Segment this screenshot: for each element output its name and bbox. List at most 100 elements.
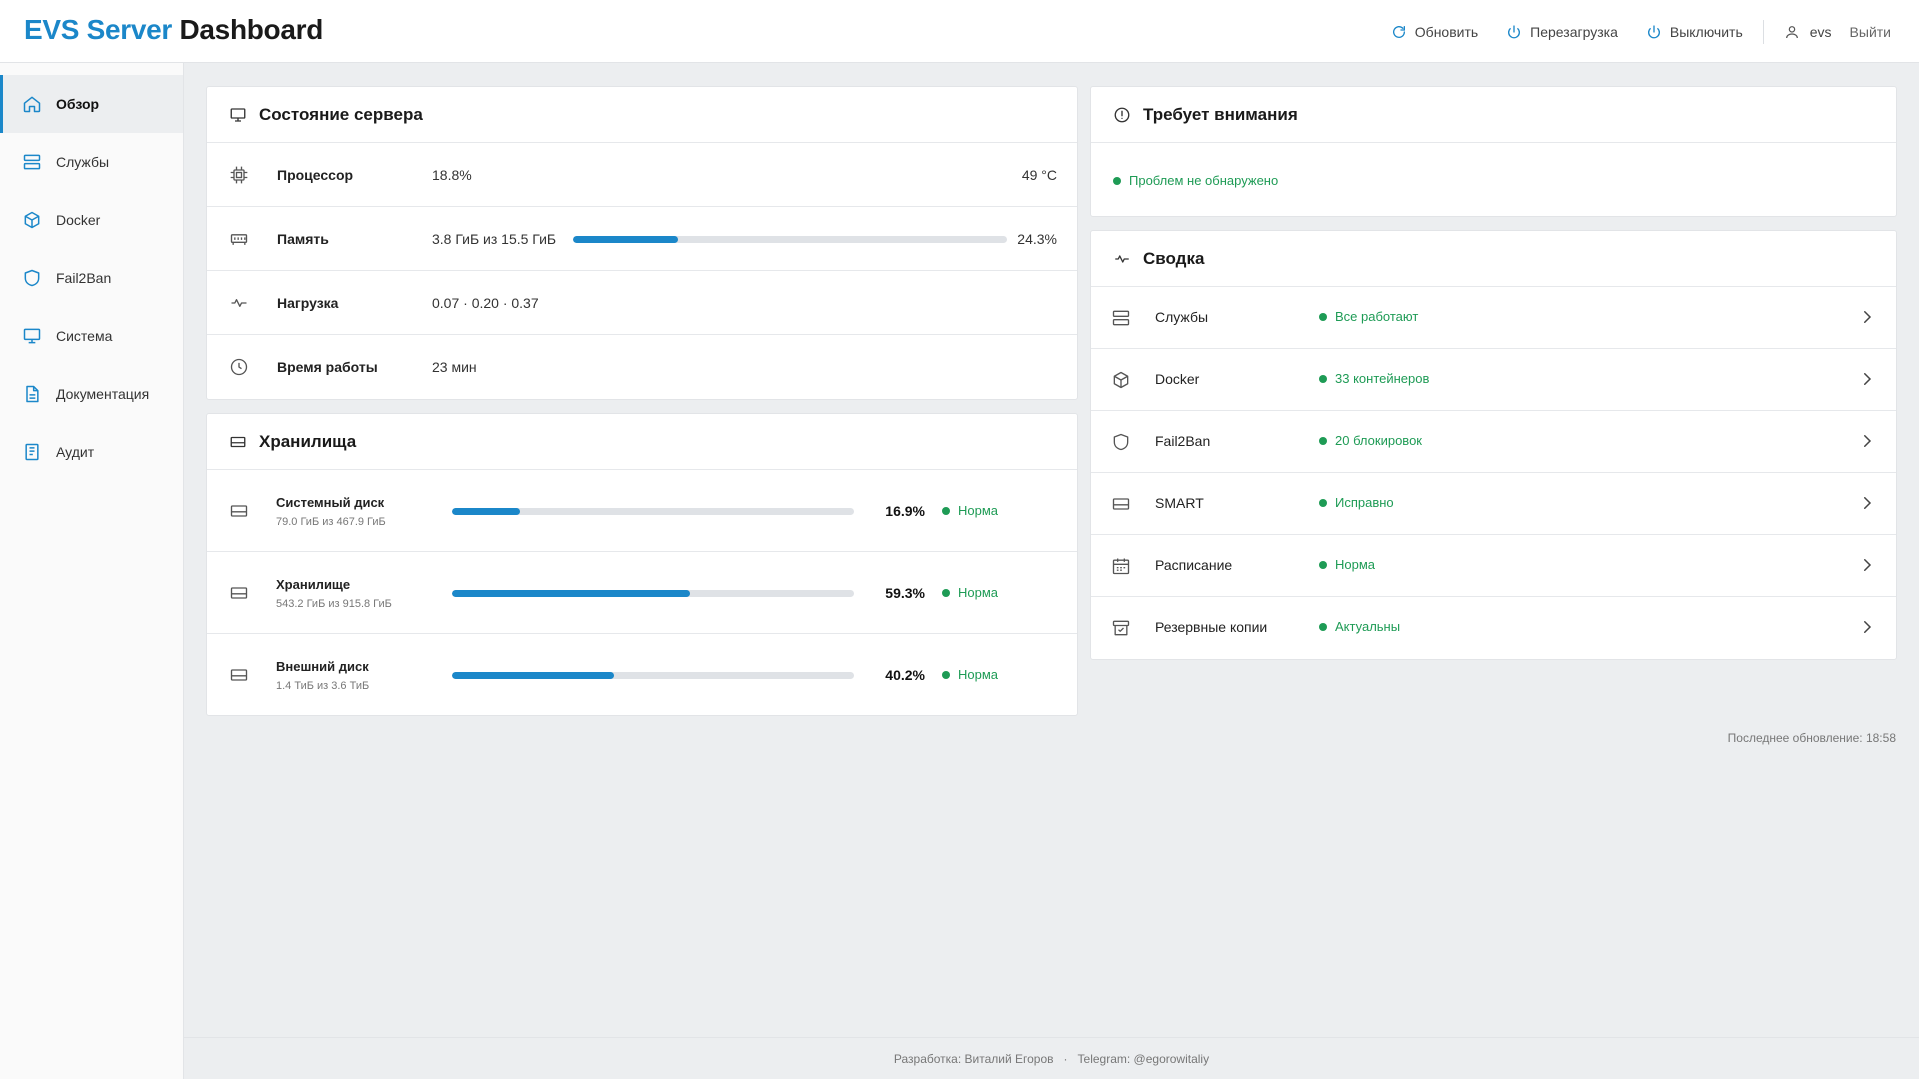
monitor-icon	[23, 328, 41, 344]
disk-status: Норма	[942, 667, 998, 682]
sidebar-item-label: Аудит	[56, 444, 95, 460]
sidebar-item-fail2ban[interactable]: Fail2Ban	[0, 249, 183, 307]
box-icon	[24, 211, 40, 229]
chevron-right-icon	[1864, 621, 1872, 633]
sidebar-item-docker[interactable]: Docker	[0, 191, 183, 249]
disk-progress-fill	[452, 590, 691, 597]
home-icon	[23, 96, 41, 113]
hard-drive-icon	[230, 587, 248, 599]
status-dot	[1319, 436, 1327, 445]
status-dot	[1319, 312, 1327, 321]
sidebar-item-label: Docker	[56, 212, 101, 228]
summary-card: Сводка Службы Все работают Docker 33 кон…	[1090, 230, 1897, 660]
status-dot	[1319, 374, 1327, 383]
chevron-right-icon	[1864, 559, 1872, 571]
shutdown-button[interactable]: Выключить	[1646, 24, 1743, 40]
summary-status-text: Актуальны	[1335, 619, 1401, 634]
status-dot	[942, 506, 950, 515]
load-row: Нагрузка 0.07 · 0.20 · 0.37	[207, 271, 1077, 335]
disk-row: Хранилище 543.2 ГиБ из 915.8 ГиБ 59.3% Н…	[207, 552, 1077, 634]
app-brand: EVS Server Dashboard	[24, 14, 323, 46]
sidebar-item-label: Система	[56, 328, 113, 344]
sidebar-item-overview[interactable]: Обзор	[0, 75, 183, 133]
shield-icon	[24, 269, 40, 287]
disk-status-text: Норма	[958, 667, 999, 682]
memory-value: 3.8 ГиБ из 15.5 ГиБ	[432, 230, 557, 247]
summary-row-backups[interactable]: Резервные копии Актуальны	[1091, 597, 1896, 659]
card-header: Хранилища	[207, 414, 1077, 470]
disk-name: Внешний диск	[276, 659, 369, 674]
status-dot	[1319, 622, 1327, 631]
alert-icon	[1114, 107, 1130, 122]
audit-icon	[25, 443, 39, 461]
summary-label: Fail2Ban	[1155, 433, 1211, 449]
reboot-button[interactable]: Перезагрузка	[1506, 24, 1618, 40]
summary-row-docker[interactable]: Docker 33 контейнеров	[1091, 349, 1896, 411]
summary-status: Все работают	[1319, 309, 1418, 324]
refresh-icon	[1392, 25, 1405, 38]
status-dot	[942, 588, 950, 597]
server-icon	[23, 154, 41, 170]
load-label: Нагрузка	[277, 294, 339, 311]
disk-status: Норма	[942, 503, 998, 518]
status-dot	[1113, 176, 1121, 185]
header-actions: Обновить Перезагрузка Выключить evs Выйт…	[1363, 0, 1891, 63]
cpu-row: Процессор 18.8% 49 °C	[207, 143, 1077, 207]
disk-status-text: Норма	[958, 585, 999, 600]
chevron-right-icon	[1864, 435, 1872, 447]
last-update-text: Последнее обновление: 18:58	[1727, 731, 1896, 745]
cpu-value: 18.8%	[432, 166, 472, 183]
sidebar-item-audit[interactable]: Аудит	[0, 423, 183, 481]
summary-status: Норма	[1319, 557, 1375, 572]
archive-icon	[1112, 620, 1130, 636]
chevron-right-icon	[1864, 373, 1872, 385]
monitor-icon	[230, 107, 246, 122]
uptime-label: Время работы	[277, 359, 378, 375]
shield-icon	[1113, 433, 1129, 451]
cpu-label: Процессор	[277, 166, 354, 183]
disk-status: Норма	[942, 585, 998, 600]
sidebar-item-label: Fail2Ban	[56, 270, 112, 286]
summary-status-text: Исправно	[1335, 495, 1394, 510]
document-icon	[26, 385, 39, 403]
uptime-row: Время работы 23 мин	[207, 335, 1077, 399]
status-dot	[1319, 498, 1327, 507]
disk-percent: 59.3%	[885, 585, 925, 601]
sidebar-item-label: Обзор	[56, 96, 100, 112]
logout-link[interactable]: Выйти	[1850, 24, 1891, 40]
reboot-label: Перезагрузка	[1530, 23, 1618, 40]
attention-message: Проблем не обнаружено	[1129, 173, 1279, 188]
summary-label: Docker	[1155, 371, 1200, 387]
attention-status: Проблем не обнаружено	[1113, 173, 1278, 188]
user-menu[interactable]: evs	[1784, 24, 1832, 40]
footer-developer: Разработка: Виталий Егоров	[893, 1051, 1054, 1066]
disk-progress-fill	[452, 672, 614, 679]
sidebar-item-system[interactable]: Система	[0, 307, 183, 365]
disk-usage: 543.2 ГиБ из 915.8 ГиБ	[276, 598, 392, 610]
disk-name: Хранилище	[276, 577, 351, 592]
summary-row-smart[interactable]: SMART Исправно	[1091, 473, 1896, 535]
uptime-value: 23 мин	[432, 359, 477, 375]
disk-usage: 1.4 ТиБ из 3.6 ТиБ	[276, 680, 370, 692]
load-value: 0.07 · 0.20 · 0.37	[432, 294, 539, 311]
card-header: Требует внимания	[1091, 87, 1896, 143]
summary-row-fail2ban[interactable]: Fail2Ban 20 блокировок	[1091, 411, 1896, 473]
card-title: Состояние сервера	[259, 104, 423, 124]
summary-status: 33 контейнеров	[1319, 371, 1429, 386]
summary-row-services[interactable]: Службы Все работают	[1091, 287, 1896, 349]
chevron-right-icon	[1864, 311, 1872, 323]
disk-usage: 79.0 ГиБ из 467.9 ГиБ	[276, 516, 386, 528]
sidebar-item-services[interactable]: Службы	[0, 133, 183, 191]
memory-icon	[230, 233, 248, 245]
summary-row-schedule[interactable]: Расписание Норма	[1091, 535, 1896, 597]
disk-percent: 16.9%	[885, 503, 925, 519]
sidebar-item-docs[interactable]: Документация	[0, 365, 183, 423]
footer-telegram-link[interactable]: Telegram: @egorowitaliy	[1078, 1052, 1210, 1066]
top-header: EVS Server Dashboard Обновить Перезагруз…	[0, 0, 1919, 63]
refresh-button[interactable]: Обновить	[1391, 24, 1478, 40]
summary-status: 20 блокировок	[1319, 433, 1422, 448]
header-divider	[1762, 19, 1764, 44]
summary-status-text: 20 блокировок	[1335, 433, 1422, 448]
attention-card: Требует внимания Проблем не обнаружено	[1090, 86, 1897, 217]
box-icon	[1113, 371, 1129, 389]
